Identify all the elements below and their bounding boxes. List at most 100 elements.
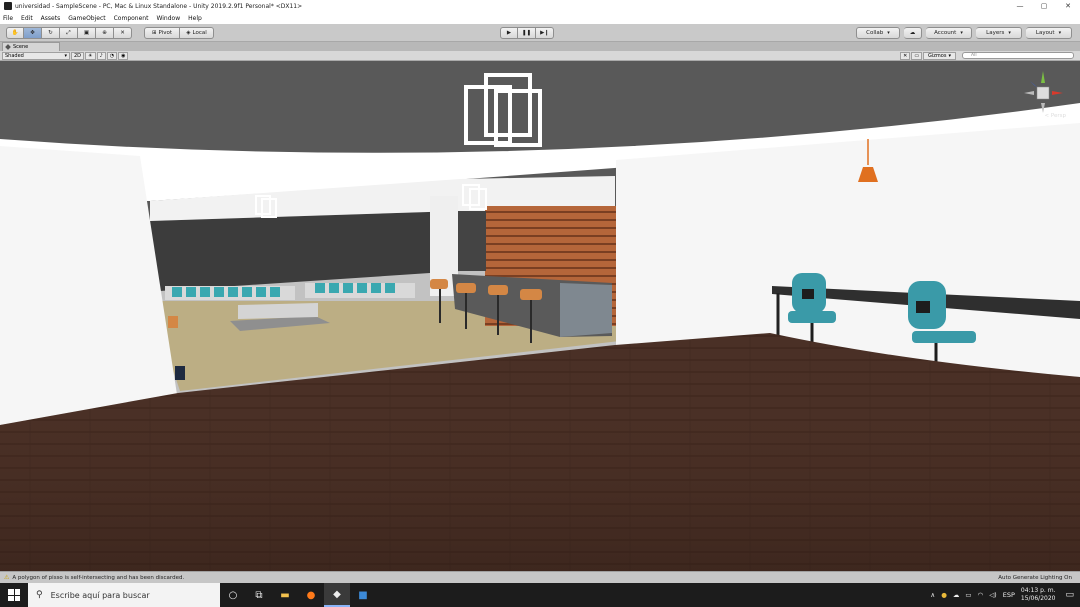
audio-toggle[interactable]: ♪ [96, 51, 106, 60]
scale-tool-button[interactable]: ⤢ [60, 27, 78, 39]
play-button[interactable]: ▶ [500, 27, 518, 39]
sofa-left [165, 286, 295, 300]
chevron-down-icon: ▾ [64, 52, 67, 59]
mode-2d-toggle[interactable]: 2D [71, 51, 85, 60]
warning-icon: ⚠ [4, 574, 10, 581]
dark-panel [458, 211, 486, 271]
menu-help[interactable]: Help [188, 15, 202, 22]
lighting-toggle[interactable]: ☀ [85, 51, 96, 60]
menu-assets[interactable]: Assets [41, 15, 61, 22]
rotate-tool-button[interactable]: ↻ [42, 27, 60, 39]
search-icon: ⚲ [36, 590, 43, 600]
scene-control-bar: Shaded ▾ 2D ☀ ♪ ◔ ◉ ✕ ▭ Gizmos ▾ All [0, 51, 1080, 61]
mode-2d-label: 2D [74, 52, 82, 59]
window-title: universidad - SampleScene - PC, Mac & Li… [15, 2, 303, 10]
right-toolbar: Collab ☁ Account Layers Layout [856, 27, 1072, 39]
chrome-tray-icon[interactable]: ● [941, 591, 947, 599]
menu-file[interactable]: File [3, 15, 13, 22]
unity-editor-window: universidad - SampleScene - PC, Mac & Li… [0, 0, 1080, 607]
collab-dropdown[interactable]: Collab [856, 27, 900, 39]
unity-taskbar-button[interactable]: ◆ [324, 583, 350, 607]
battery-icon[interactable]: ▭ [965, 591, 971, 599]
transform-icon: ⊕ [102, 30, 107, 36]
local-toggle[interactable]: ◈ Local [180, 27, 214, 39]
camera-button[interactable]: ▭ [911, 51, 923, 60]
menu-gameobject[interactable]: GameObject [68, 15, 105, 22]
windows-logo-icon [8, 589, 20, 601]
notifications-icon[interactable]: ▭ [1065, 590, 1074, 600]
pivot-toggles: ⊞ Pivot ◈ Local [144, 27, 214, 39]
pivot-toggle[interactable]: ⊞ Pivot [144, 27, 180, 39]
rotate-icon: ↻ [48, 30, 53, 36]
camera-icon: ▭ [914, 52, 920, 59]
task-view-button[interactable]: ⧉ [246, 583, 272, 607]
layers-dropdown[interactable]: Layers [976, 27, 1022, 39]
perspective-label[interactable]: < Persp [1045, 113, 1066, 119]
custom-tool-button[interactable]: ✕ [114, 27, 132, 39]
effects-icon: ◔ [109, 52, 115, 59]
pause-button[interactable]: ❚❚ [518, 27, 536, 39]
taskbar-search-placeholder: Escribe aquí para buscar [50, 590, 150, 600]
task-view-icon: ⧉ [255, 589, 263, 601]
scene-viewport[interactable]: < Persp [0, 61, 1080, 571]
maximize-button[interactable]: ▢ [1032, 0, 1056, 12]
shading-mode-dropdown[interactable]: Shaded ▾ [2, 51, 70, 60]
firefox-button[interactable]: ● [298, 583, 324, 607]
play-icon: ▶ [506, 30, 512, 36]
circle-icon: ○ [228, 589, 238, 601]
chevron-up-icon[interactable]: ∧ [930, 591, 935, 599]
step-icon: ▶❙ [540, 30, 549, 36]
tools-icon: ✕ [120, 30, 125, 36]
transform-tool-button[interactable]: ⊕ [96, 27, 114, 39]
coffee-table-top [238, 303, 318, 319]
collab-label: Collab [866, 30, 884, 36]
unity-icon: ◆ [333, 588, 341, 600]
account-dropdown[interactable]: Account [926, 27, 972, 39]
cortana-button[interactable]: ○ [220, 583, 246, 607]
menu-component[interactable]: Component [114, 15, 149, 22]
clock[interactable]: 04:13 p. m. 15/06/2020 [1021, 587, 1056, 603]
cloud-tray-icon[interactable]: ☁ [953, 591, 960, 599]
taskbar-search-input[interactable]: ⚲ Escribe aquí para buscar [28, 583, 220, 607]
rect-tool-button[interactable]: ▣ [78, 27, 96, 39]
effects-dropdown[interactable]: ◔ [106, 51, 118, 60]
language-indicator[interactable]: ESP [1003, 591, 1015, 599]
move-icon: ✥ [30, 30, 35, 36]
right-wall [616, 123, 1080, 377]
local-icon: ◈ [186, 30, 191, 36]
left-chair-dark [175, 366, 185, 380]
scene-tab[interactable]: Scene [2, 42, 60, 51]
file-explorer-button[interactable]: ▬ [272, 583, 298, 607]
clock-date: 15/06/2020 [1020, 595, 1056, 602]
menu-edit[interactable]: Edit [21, 15, 33, 22]
step-button[interactable]: ▶❙ [536, 27, 554, 39]
menu-window[interactable]: Window [156, 15, 180, 22]
left-chair-bit [168, 316, 178, 328]
photos-button[interactable]: ■ [350, 583, 376, 607]
transform-tools: ✋ ✥ ↻ ⤢ ▣ ⊕ ✕ [6, 27, 132, 39]
minimize-button[interactable]: — [1008, 0, 1032, 12]
pivot-icon: ⊞ [151, 30, 157, 36]
hidden-objects-toggle[interactable]: ◉ [118, 51, 129, 60]
sofa-right [305, 283, 415, 298]
gizmos-label: Gizmos [928, 52, 947, 59]
start-button[interactable] [0, 583, 28, 607]
scene-search-input[interactable]: All [962, 52, 1074, 59]
scene-tools-button[interactable]: ✕ [900, 51, 911, 60]
windows-taskbar: ⚲ Escribe aquí para buscar ○ ⧉ ▬ ● ◆ ■ ∧… [0, 583, 1080, 607]
status-warning-text[interactable]: A polygon of pisso is self-intersecting … [12, 575, 184, 581]
chevron-down-icon: ▾ [948, 52, 951, 59]
gizmos-dropdown[interactable]: Gizmos ▾ [923, 51, 956, 60]
menu-bar: File Edit Assets GameObject Component Wi… [0, 12, 1080, 24]
layout-dropdown[interactable]: Layout [1026, 27, 1072, 39]
hand-tool-button[interactable]: ✋ [6, 27, 24, 39]
move-tool-button[interactable]: ✥ [24, 27, 42, 39]
scene-right-controls: ✕ ▭ Gizmos ▾ [899, 51, 956, 60]
rect-icon: ▣ [83, 30, 90, 36]
pivot-label: Pivot [158, 30, 173, 36]
cloud-button[interactable]: ☁ [904, 27, 922, 39]
close-button[interactable]: ✕ [1056, 0, 1080, 12]
volume-icon[interactable]: ◁) [989, 591, 997, 599]
network-icon[interactable]: ◠ [978, 591, 984, 599]
back-wall-band [150, 211, 460, 291]
